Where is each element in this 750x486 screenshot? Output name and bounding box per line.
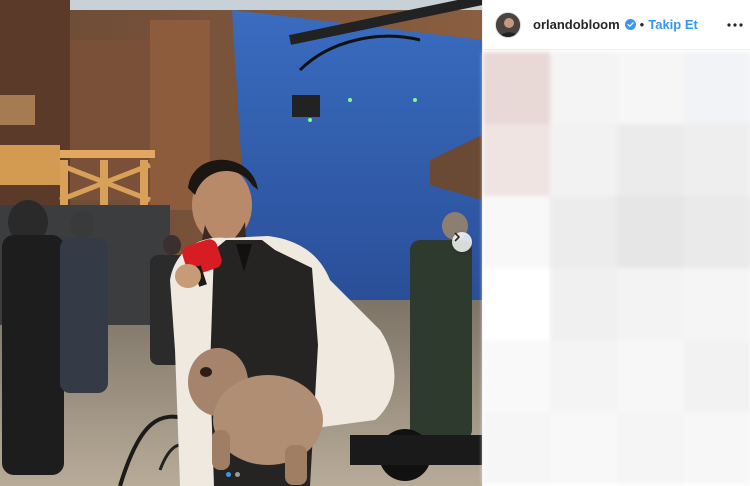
film-set-photo-image <box>0 0 482 486</box>
verified-badge-icon <box>624 19 636 30</box>
chevron-right-icon <box>454 232 460 242</box>
header-separator: • <box>639 17 645 32</box>
carousel-dot <box>235 472 240 477</box>
profile-avatar[interactable] <box>495 11 521 38</box>
more-options-icon <box>727 23 743 27</box>
carousel-dot <box>226 472 231 477</box>
post-header: orlandobloom • Takip Et <box>483 0 750 50</box>
more-options-button[interactable] <box>727 17 743 33</box>
instagram-post-modal: orlandobloom • Takip Et <box>0 0 750 486</box>
avatar-icon <box>496 12 520 37</box>
post-side-panel: orlandobloom • Takip Et <box>482 0 750 486</box>
blurred-comments-area <box>483 52 750 486</box>
username[interactable]: orlandobloom <box>533 17 620 32</box>
carousel-next-button[interactable] <box>452 232 472 252</box>
post-photo[interactable] <box>0 0 482 486</box>
follow-button[interactable]: Takip Et <box>648 17 698 32</box>
carousel-indicator <box>226 472 240 477</box>
